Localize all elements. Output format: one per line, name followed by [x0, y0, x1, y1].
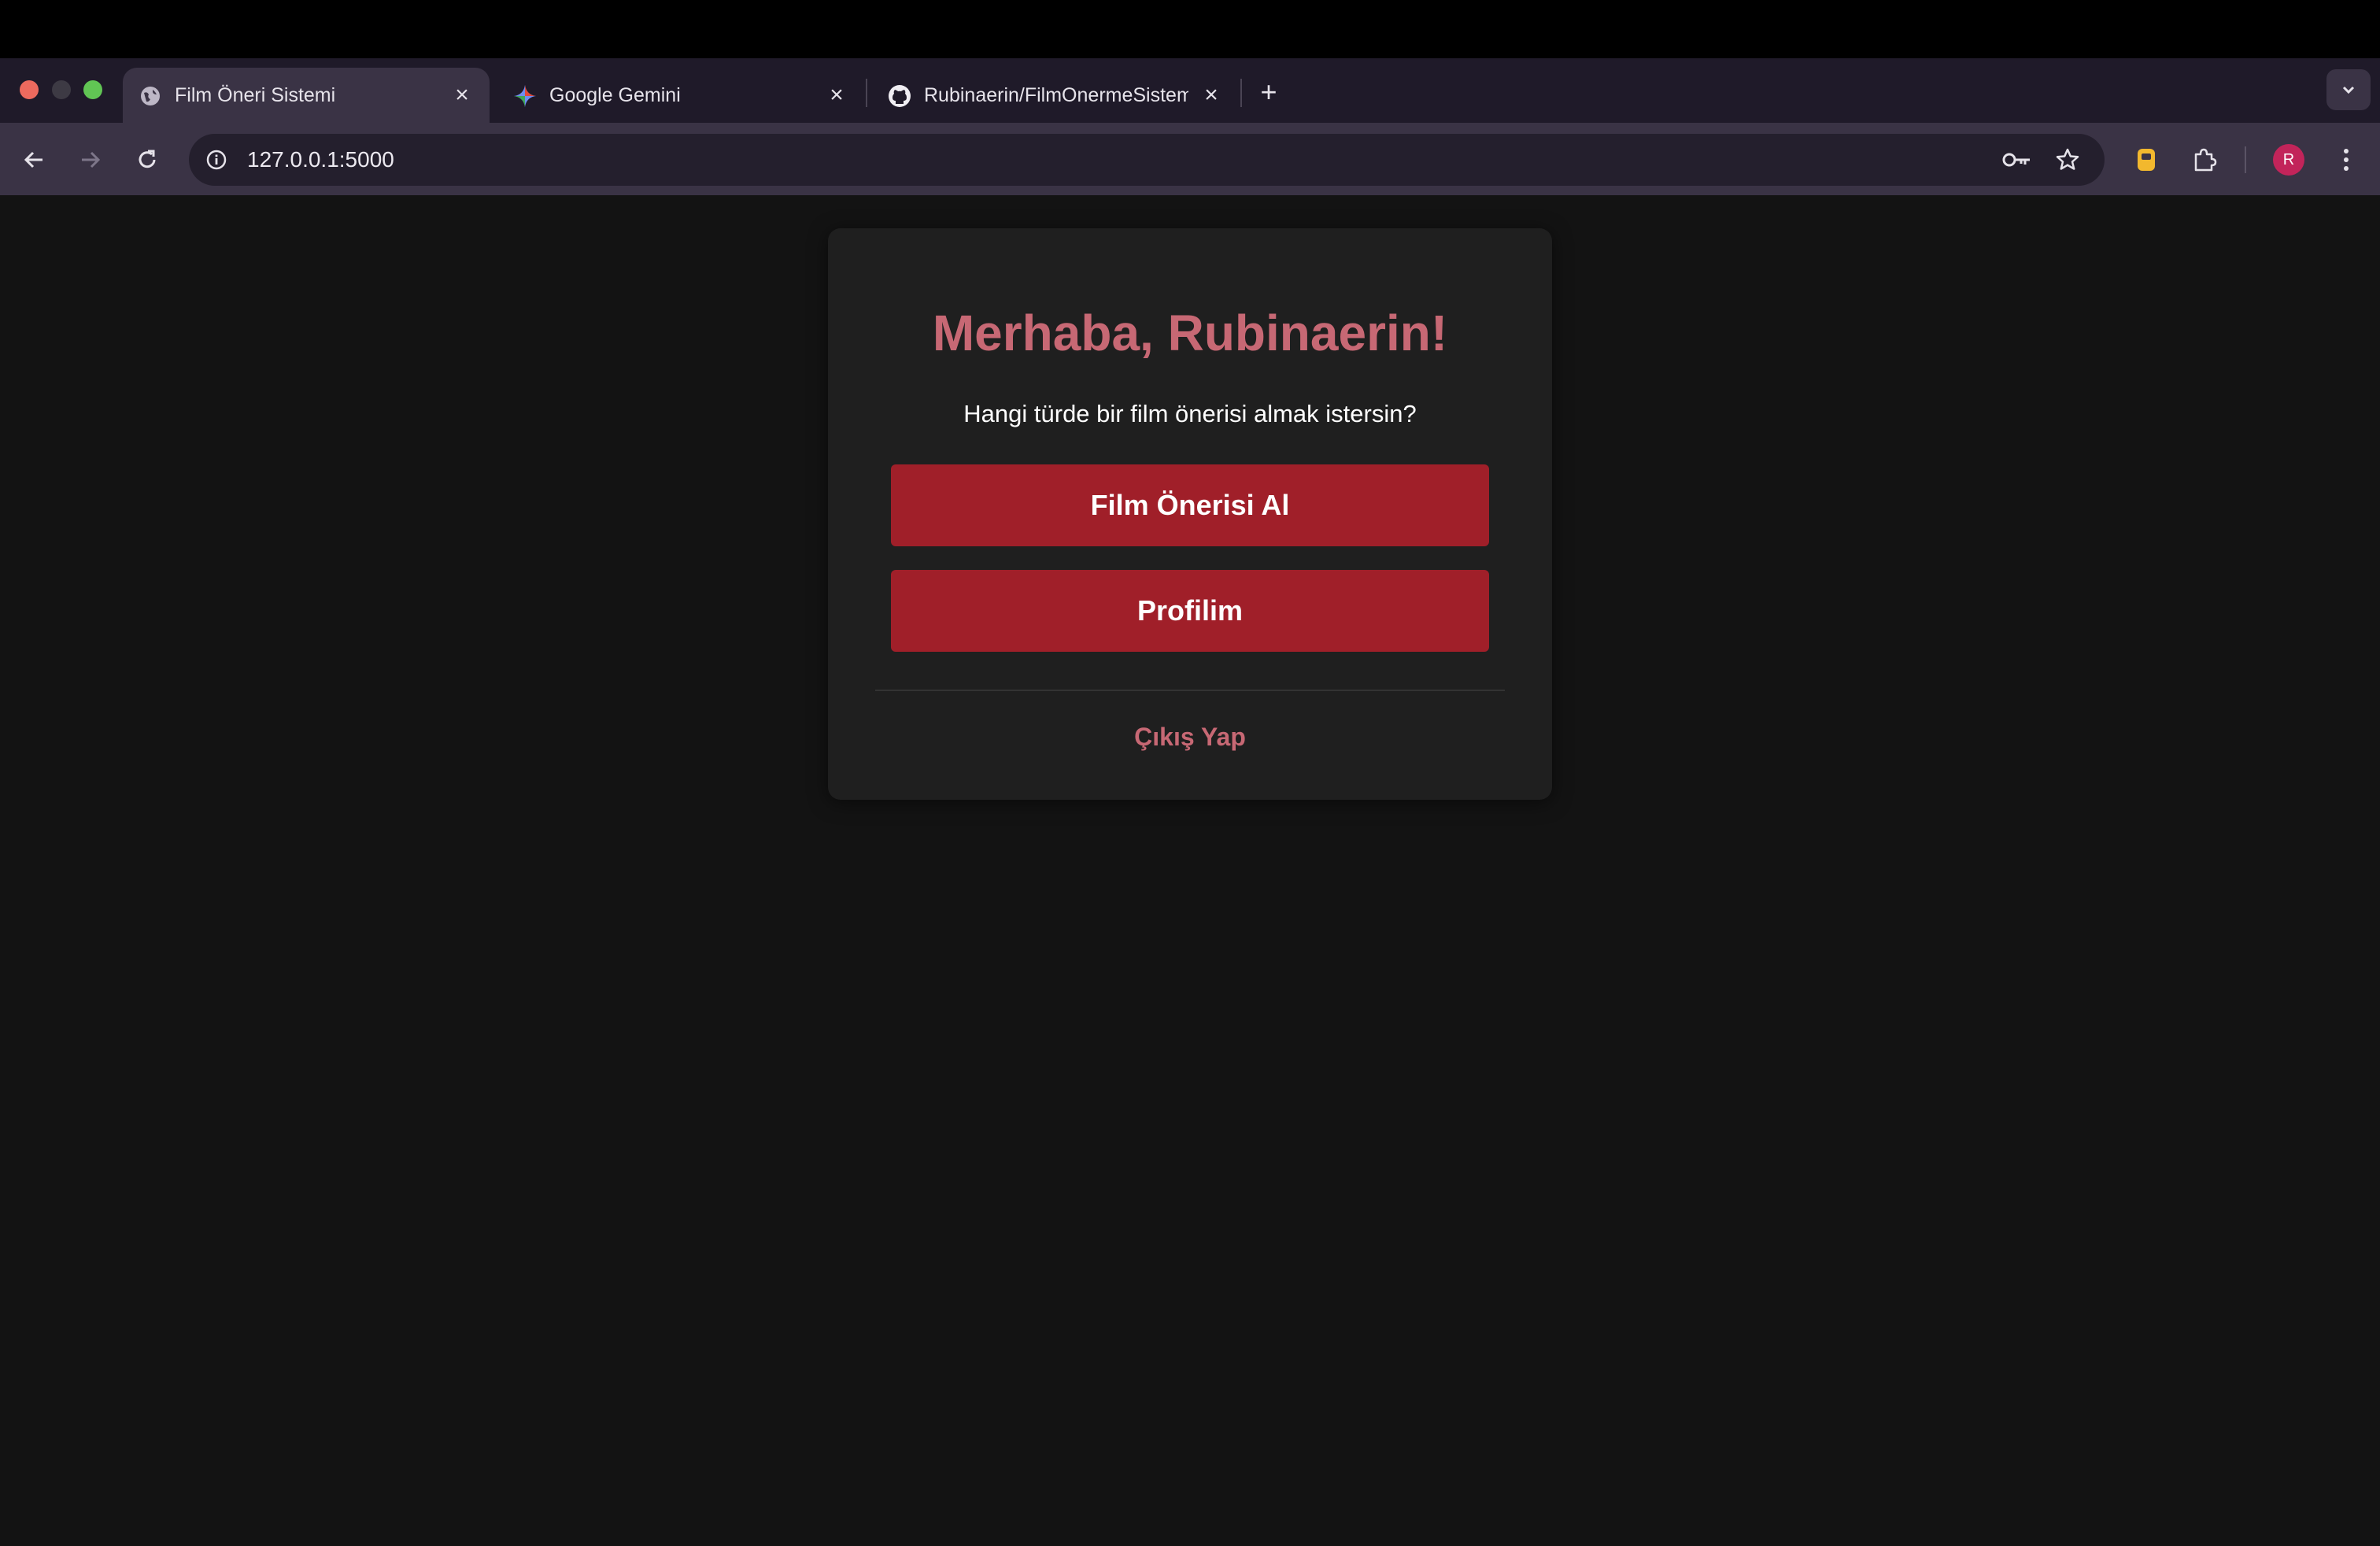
github-icon [888, 84, 911, 108]
tab-separator [866, 79, 867, 107]
bookmark-star-icon[interactable] [2049, 142, 2086, 178]
welcome-card: Merhaba, Rubinaerin! Hangi türde bir fil… [828, 228, 1552, 800]
gemini-icon [513, 84, 537, 108]
minimize-window-button[interactable] [52, 80, 71, 99]
chevron-down-icon [2342, 86, 2355, 94]
close-tab-icon[interactable]: × [823, 82, 850, 109]
extensions-puzzle-icon[interactable] [2186, 142, 2223, 178]
close-window-button[interactable] [20, 80, 39, 99]
tab-title: Film Öneri Sistemi [175, 84, 336, 106]
profile-button[interactable]: Profilim [891, 570, 1489, 652]
close-tab-icon[interactable]: × [449, 82, 475, 109]
password-key-icon[interactable] [1999, 142, 2035, 178]
tab-github-repo[interactable]: Rubinaerin/FilmOnermeSistem × [872, 68, 1239, 123]
close-tab-icon[interactable]: × [1198, 82, 1225, 109]
url-text[interactable]: 127.0.0.1:5000 [247, 134, 394, 186]
reload-icon [139, 150, 156, 168]
site-info-icon[interactable] [201, 145, 231, 175]
more-menu-icon[interactable] [2328, 142, 2364, 178]
forward-arrow-icon [82, 151, 101, 168]
page-title: Merhaba, Rubinaerin! [932, 305, 1448, 361]
back-arrow-icon [24, 151, 42, 168]
reload-button[interactable] [129, 142, 165, 178]
forward-button[interactable] [72, 142, 109, 178]
tab-title: Google Gemini [549, 84, 681, 106]
menu-bar [0, 0, 2380, 58]
new-tab-button[interactable]: + [1253, 76, 1284, 108]
divider [875, 690, 1505, 691]
toolbar-separator [2245, 146, 2246, 173]
profile-avatar[interactable]: R [2273, 144, 2304, 176]
page-subtitle: Hangi türde bir film önerisi almak ister… [963, 400, 1417, 427]
logout-link[interactable]: Çıkış Yap [828, 723, 1552, 752]
tab-film-oneri[interactable]: Film Öneri Sistemi × [123, 68, 490, 123]
tab-separator [1240, 79, 1242, 107]
maximize-window-button[interactable] [83, 80, 102, 99]
tab-google-gemini[interactable]: Google Gemini × [497, 68, 864, 123]
tab-search-button[interactable] [2326, 69, 2371, 110]
back-button[interactable] [16, 142, 52, 178]
extension-yellow-icon[interactable] [2128, 142, 2164, 178]
get-recommendation-button[interactable]: Film Önerisi Al [891, 464, 1489, 546]
address-bar[interactable] [189, 134, 2105, 186]
tab-title: Rubinaerin/FilmOnermeSistem [924, 84, 1188, 106]
globe-icon [139, 84, 162, 108]
